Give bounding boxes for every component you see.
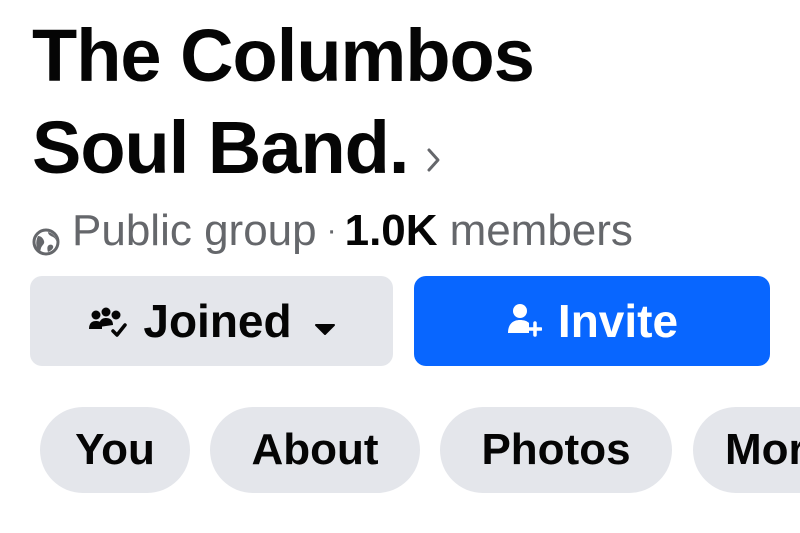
tab-label: Photos bbox=[481, 425, 631, 474]
tab-photos[interactable]: Photos bbox=[440, 407, 672, 493]
tab-label: Mor bbox=[725, 425, 800, 474]
caret-down-icon bbox=[314, 294, 336, 348]
tab-label: About bbox=[251, 425, 379, 474]
tab-label: You bbox=[75, 425, 155, 474]
globe-icon bbox=[32, 217, 60, 256]
group-title-block[interactable]: The Columbos Soul Band. bbox=[32, 10, 752, 195]
group-header: The Columbos Soul Band. Public group · 1… bbox=[0, 0, 800, 533]
privacy-label: Public group bbox=[72, 206, 317, 255]
group-title-line-1[interactable]: The Columbos bbox=[32, 10, 752, 102]
group-joined-icon bbox=[87, 294, 128, 348]
tab-about[interactable]: About bbox=[210, 407, 420, 493]
chevron-right-icon[interactable] bbox=[426, 103, 442, 195]
invite-label: Invite bbox=[557, 295, 679, 347]
add-person-icon bbox=[506, 294, 543, 348]
meta-separator: · bbox=[326, 214, 337, 247]
group-title-line-2[interactable]: Soul Band. bbox=[32, 102, 752, 195]
group-title-text[interactable]: Soul Band. bbox=[32, 106, 409, 189]
tab-you[interactable]: You bbox=[40, 407, 190, 493]
members-count[interactable]: 1.0K bbox=[345, 206, 438, 256]
invite-button[interactable]: Invite bbox=[414, 276, 770, 366]
joined-button[interactable]: Joined bbox=[30, 276, 393, 366]
members-label[interactable]: members bbox=[450, 206, 633, 256]
tab-more[interactable]: Mor bbox=[693, 407, 800, 493]
joined-label: Joined bbox=[143, 295, 292, 347]
group-meta: Public group · 1.0K members bbox=[32, 206, 633, 256]
